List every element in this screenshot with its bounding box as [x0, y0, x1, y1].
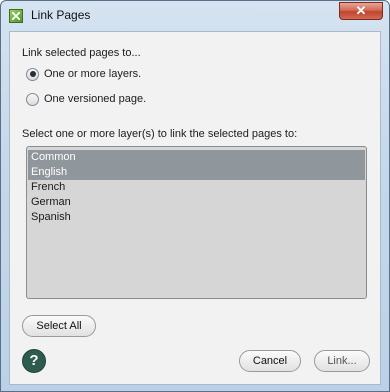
link-pages-dialog: Link Pages ✕ Link selected pages to... O…: [0, 0, 390, 392]
app-icon: [9, 9, 23, 23]
list-prompt-label: Select one or more layer(s) to link the …: [22, 128, 298, 140]
help-icon[interactable]: ?: [22, 349, 46, 373]
radio-one-or-more-layers[interactable]: One or more layers.: [26, 66, 141, 82]
list-item-french[interactable]: French: [28, 180, 365, 195]
cancel-button[interactable]: Cancel: [239, 350, 301, 372]
radio-label-layers: One or more layers.: [44, 68, 142, 80]
close-icon: ✕: [355, 3, 367, 18]
link-button[interactable]: Link...: [314, 350, 370, 372]
title-bar[interactable]: Link Pages ✕: [1, 1, 389, 31]
radio-button-selected[interactable]: [26, 67, 39, 81]
list-item-common[interactable]: Common: [28, 150, 365, 165]
list-item-spanish[interactable]: Spanish: [28, 210, 365, 225]
radio-button[interactable]: [26, 92, 39, 106]
list-item-english[interactable]: English: [28, 165, 365, 180]
list-item-german[interactable]: German: [28, 195, 365, 210]
window-title: Link Pages: [31, 8, 91, 22]
layers-listbox[interactable]: Common English French German Spanish: [26, 146, 367, 299]
radio-label-versioned-page: One versioned page.: [44, 93, 147, 105]
select-all-button[interactable]: Select All: [22, 315, 96, 337]
radio-one-versioned-page[interactable]: One versioned page.: [26, 91, 146, 107]
link-prompt-label: Link selected pages to...: [22, 47, 141, 59]
close-button[interactable]: ✕: [339, 2, 383, 20]
dialog-body: Link selected pages to... One or more la…: [9, 31, 381, 385]
